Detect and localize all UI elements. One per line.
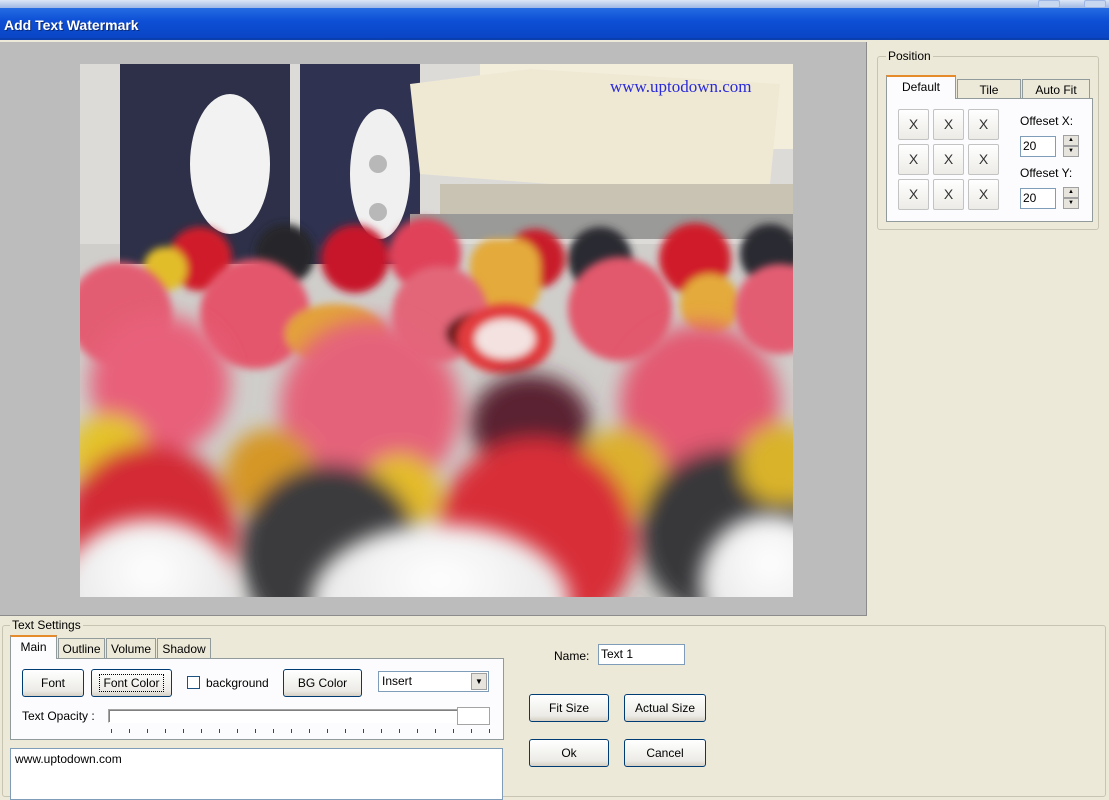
offset-x-up-button[interactable]: ▲ bbox=[1063, 135, 1079, 146]
minimize-button[interactable] bbox=[1038, 0, 1060, 8]
slider-tick bbox=[309, 729, 310, 733]
background-checkbox[interactable] bbox=[187, 676, 200, 689]
arrow-up-icon: ▲ bbox=[1068, 137, 1074, 143]
window-title: Add Text Watermark bbox=[4, 17, 139, 33]
ok-button[interactable]: Ok bbox=[529, 739, 609, 767]
slider-tick bbox=[111, 729, 112, 733]
offset-y-down-button[interactable]: ▼ bbox=[1063, 198, 1079, 209]
slider-tick bbox=[129, 729, 130, 733]
tab-shadow[interactable]: Shadow bbox=[157, 638, 211, 660]
text-settings-group-label: Text Settings bbox=[10, 618, 83, 632]
chevron-down-icon[interactable]: ▼ bbox=[471, 673, 487, 690]
tab-outline[interactable]: Outline bbox=[58, 638, 105, 660]
slider-tick bbox=[201, 729, 202, 733]
tab-volume[interactable]: Volume bbox=[106, 638, 156, 660]
opacity-slider-track[interactable] bbox=[108, 709, 490, 723]
slider-tick bbox=[147, 729, 148, 733]
fit-size-button[interactable]: Fit Size bbox=[529, 694, 609, 722]
arrow-down-icon: ▼ bbox=[1068, 148, 1074, 154]
cancel-button[interactable]: Cancel bbox=[624, 739, 706, 767]
position-bottom-right-button[interactable]: X bbox=[968, 179, 999, 210]
position-top-right-button[interactable]: X bbox=[968, 109, 999, 140]
offset-y-input[interactable]: 20 bbox=[1020, 188, 1056, 209]
close-button[interactable] bbox=[1084, 0, 1106, 8]
slider-tick bbox=[417, 729, 418, 733]
font-color-button-label: Font Color bbox=[99, 674, 164, 692]
background-checkbox-label[interactable]: background bbox=[206, 676, 269, 690]
slider-tick bbox=[435, 729, 436, 733]
watermark-text-overlay[interactable]: www.uptodown.com bbox=[610, 77, 752, 97]
slider-tick bbox=[183, 729, 184, 733]
position-middle-right-button[interactable]: X bbox=[968, 144, 999, 175]
candy-photo-image bbox=[80, 64, 793, 597]
position-top-left-button[interactable]: X bbox=[898, 109, 929, 140]
slider-tick bbox=[165, 729, 166, 733]
slider-tick bbox=[471, 729, 472, 733]
offset-y-up-button[interactable]: ▲ bbox=[1063, 187, 1079, 198]
slider-tick bbox=[219, 729, 220, 733]
arrow-down-icon: ▼ bbox=[1068, 200, 1074, 206]
position-middle-left-button[interactable]: X bbox=[898, 144, 929, 175]
offset-x-label: Offeset X: bbox=[1020, 114, 1074, 128]
slider-tick bbox=[327, 729, 328, 733]
preview-pane bbox=[0, 42, 867, 616]
position-group-label: Position bbox=[886, 49, 933, 63]
actual-size-button[interactable]: Actual Size bbox=[624, 694, 706, 722]
slider-tick bbox=[255, 729, 256, 733]
position-top-center-button[interactable]: X bbox=[933, 109, 964, 140]
slider-tick bbox=[453, 729, 454, 733]
opacity-slider-thumb[interactable] bbox=[457, 707, 490, 725]
font-color-button[interactable]: Font Color bbox=[91, 669, 172, 697]
position-center-button[interactable]: X bbox=[933, 144, 964, 175]
slider-tick bbox=[345, 729, 346, 733]
watermark-text-input[interactable]: www.uptodown.com bbox=[10, 748, 503, 800]
mode-select-value: Insert bbox=[382, 674, 413, 688]
slider-tick bbox=[273, 729, 274, 733]
slider-tick bbox=[237, 729, 238, 733]
window-top-edge bbox=[0, 0, 1109, 8]
name-input[interactable]: Text 1 bbox=[598, 644, 685, 665]
slider-tick bbox=[381, 729, 382, 733]
arrow-up-icon: ▲ bbox=[1068, 189, 1074, 195]
tab-default[interactable]: Default bbox=[886, 75, 956, 99]
offset-y-label: Offeset Y: bbox=[1020, 166, 1073, 180]
font-button[interactable]: Font bbox=[22, 669, 84, 697]
tab-main[interactable]: Main bbox=[10, 635, 57, 659]
slider-tick bbox=[291, 729, 292, 733]
title-bar[interactable]: Add Text Watermark bbox=[0, 0, 1109, 40]
slider-tick bbox=[489, 729, 490, 733]
offset-x-down-button[interactable]: ▼ bbox=[1063, 146, 1079, 157]
text-opacity-label: Text Opacity : bbox=[22, 709, 95, 723]
bg-color-button[interactable]: BG Color bbox=[283, 669, 362, 697]
preview-photo bbox=[80, 64, 793, 597]
offset-x-input[interactable]: 20 bbox=[1020, 136, 1056, 157]
slider-tick bbox=[363, 729, 364, 733]
slider-tick bbox=[399, 729, 400, 733]
mode-select[interactable]: Insert ▼ bbox=[378, 671, 489, 692]
name-label: Name: bbox=[554, 649, 590, 663]
position-bottom-center-button[interactable]: X bbox=[933, 179, 964, 210]
position-bottom-left-button[interactable]: X bbox=[898, 179, 929, 210]
